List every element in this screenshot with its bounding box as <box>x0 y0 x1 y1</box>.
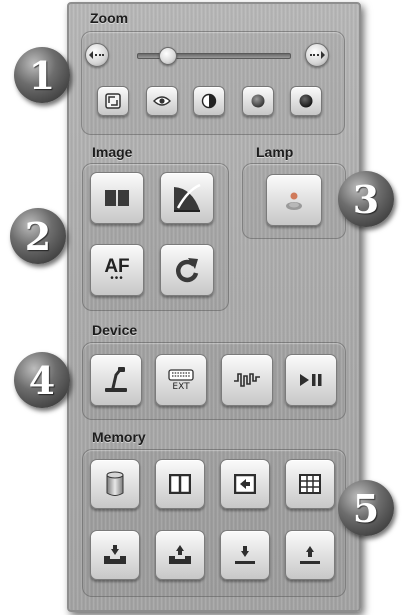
device-label: Device <box>92 322 138 338</box>
callout-badge-3: 3 <box>338 171 394 227</box>
device-signal-button[interactable] <box>221 354 273 406</box>
autofocus-icon: AF ••• <box>104 257 129 284</box>
zoom-out-button[interactable] <box>85 43 109 67</box>
dark-sphere-icon <box>299 94 313 108</box>
dual-pane-icon <box>169 474 191 494</box>
play-pause-icon <box>300 374 322 386</box>
callout-badge-1: 1 <box>14 47 70 103</box>
keyboard-glyph <box>168 368 194 381</box>
download-tray-icon <box>104 545 126 564</box>
zoom-preview-button[interactable] <box>97 86 129 116</box>
device-play-pause-button[interactable] <box>285 354 337 406</box>
memory-label: Memory <box>92 429 146 445</box>
memory-upload-button[interactable] <box>285 530 335 580</box>
image-split-button[interactable] <box>90 172 144 224</box>
autofocus-button[interactable]: AF ••• <box>90 244 144 296</box>
sphere-icon <box>251 94 265 108</box>
zoom-in-button[interactable] <box>305 43 329 67</box>
device-ext-button[interactable]: EXT <box>155 354 207 406</box>
callout-badge-5: 5 <box>338 480 394 536</box>
zoom-eye-button[interactable] <box>146 86 178 116</box>
grid-icon <box>299 474 321 494</box>
ext-label: EXT <box>172 381 190 392</box>
zoom-in-arrows-icon <box>310 51 325 59</box>
zoom-contrast-button[interactable] <box>193 86 225 116</box>
lamp-label: Lamp <box>256 144 294 160</box>
memory-cylinder-button[interactable] <box>90 459 140 509</box>
zoom-out-arrows-icon <box>89 51 104 59</box>
upload-icon <box>300 546 320 564</box>
curve-icon <box>174 184 201 212</box>
preview-icon <box>105 93 121 109</box>
zoom-sphere-button[interactable] <box>242 86 274 116</box>
memory-import-button[interactable] <box>220 459 270 509</box>
split-icon <box>105 190 129 206</box>
import-icon <box>234 474 256 494</box>
signal-icon <box>234 373 260 387</box>
image-curve-button[interactable] <box>160 172 214 224</box>
contrast-icon <box>201 93 217 109</box>
memory-dual-pane-button[interactable] <box>155 459 205 509</box>
memory-download-button[interactable] <box>220 530 270 580</box>
callout-badge-4: 4 <box>14 352 70 408</box>
zoom-group <box>81 31 345 135</box>
upload-tray-icon <box>169 545 191 564</box>
autofocus-dots: ••• <box>110 273 124 284</box>
memory-grid-button[interactable] <box>285 459 335 509</box>
cylinder-icon <box>106 471 124 496</box>
callout-badge-2: 2 <box>10 208 66 264</box>
keyboard-ext-icon: EXT <box>168 368 194 392</box>
image-label: Image <box>92 144 133 160</box>
camera-arm-icon <box>105 367 127 392</box>
zoom-label: Zoom <box>90 10 129 26</box>
download-icon <box>235 546 255 564</box>
device-camera-button[interactable] <box>90 354 142 406</box>
lamp-icon <box>286 192 302 210</box>
rotate-icon <box>176 258 199 283</box>
memory-download-tray-button[interactable] <box>90 530 140 580</box>
image-rotate-button[interactable] <box>160 244 214 296</box>
zoom-dark-sphere-button[interactable] <box>290 86 322 116</box>
lamp-button[interactable] <box>266 174 322 226</box>
memory-upload-tray-button[interactable] <box>155 530 205 580</box>
eye-icon <box>153 96 171 106</box>
